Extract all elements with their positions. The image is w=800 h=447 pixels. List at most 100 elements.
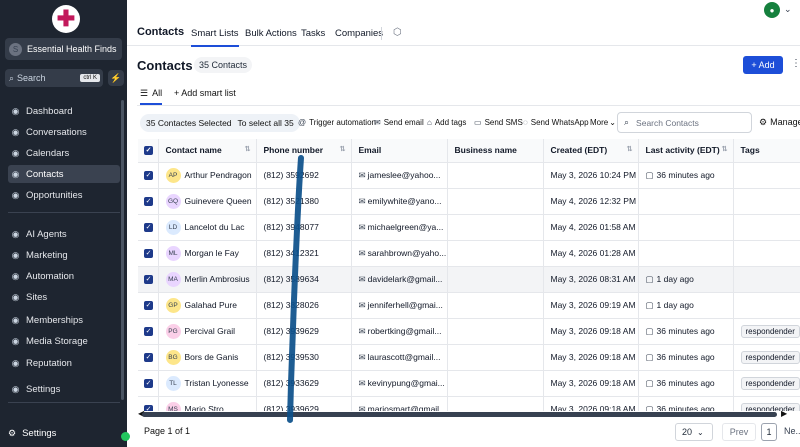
tab-tasks[interactable]: Tasks	[301, 28, 325, 39]
table-row[interactable]: ✓ TL Tristan Lyonesse (812) 3933629 ✉ kevinyp…	[138, 370, 800, 397]
contact-name-cell[interactable]: AP Arthur Pendragon	[158, 162, 257, 189]
sidebar-item-opportunities[interactable]: ◉ Opportunities	[8, 186, 120, 204]
phone-cell[interactable]: (812) 3939530	[256, 344, 352, 371]
user-avatar[interactable]: ●	[764, 2, 780, 18]
phone-cell[interactable]: (812) 3828026	[256, 292, 352, 319]
business-cell[interactable]	[447, 318, 544, 345]
table-row[interactable]: ✓ MS Mario Stro... (812) 3939629 ✉ mariosmart…	[138, 396, 800, 411]
row-checkbox[interactable]: ✓	[138, 266, 159, 293]
tab-bulk-actions[interactable]: Bulk Actions	[245, 28, 297, 39]
tab-companies[interactable]: Companies	[335, 28, 383, 39]
tag-badge[interactable]: respondender	[740, 402, 800, 411]
table-row[interactable]: ✓ AP Arthur Pendragon (812) 3592692 ✉ jamesle…	[138, 162, 800, 189]
column-header[interactable]: Business name	[447, 139, 544, 163]
sidebar-item-contacts[interactable]: ◉ Contacts	[8, 165, 120, 183]
per-page-select[interactable]: 20 ⌄	[675, 423, 713, 441]
sidebar-item-ai-agents[interactable]: ◉ AI Agents	[8, 225, 120, 243]
table-row[interactable]: ✓ MA Merlin Ambrosius (812) 3589634 ✉ davidel…	[138, 266, 800, 293]
sort-icon[interactable]: ⇅	[245, 145, 251, 153]
select-all-link[interactable]: To select all 35	[238, 118, 294, 128]
business-cell[interactable]	[447, 344, 544, 371]
column-header[interactable]: Last activity (EDT) ⇅	[638, 139, 734, 163]
tags-cell[interactable]	[733, 292, 800, 319]
email-cell[interactable]: ✉ laurascott@gmail...	[351, 344, 448, 371]
contact-name-cell[interactable]: LD Lancelot du Lac	[158, 214, 257, 241]
tags-cell[interactable]: respondender	[733, 396, 800, 411]
phone-cell[interactable]: (812) 3412321	[256, 240, 352, 267]
quick-action-icon[interactable]: ⚡	[108, 70, 124, 86]
select-all-checkbox[interactable]: ✓	[138, 139, 159, 163]
app-logo[interactable]: ✚	[52, 5, 80, 33]
tab-smart-lists[interactable]: Smart Lists	[191, 28, 239, 47]
add-smart-list-button[interactable]: + Add smart list	[174, 88, 236, 98]
sidebar-item-media-storage[interactable]: ◉ Media Storage	[8, 332, 120, 350]
row-checkbox[interactable]: ✓	[138, 188, 159, 215]
phone-cell[interactable]: (812) 3948077	[256, 214, 352, 241]
send-sms-button[interactable]: ▭ Send SMS	[474, 118, 523, 127]
more-options-icon[interactable]: ⋮	[791, 58, 800, 69]
manage-columns-button[interactable]: ⚙ Manage	[759, 117, 800, 128]
phone-cell[interactable]: (812) 3939629	[256, 318, 352, 345]
prev-page-button[interactable]: Prev	[722, 423, 756, 441]
row-checkbox[interactable]: ✓	[138, 240, 159, 267]
tag-badge[interactable]: respondender	[740, 350, 800, 364]
scroll-right-icon[interactable]: ▶	[781, 409, 787, 418]
phone-cell[interactable]: (812) 3592692	[256, 162, 352, 189]
business-cell[interactable]	[447, 370, 544, 397]
business-cell[interactable]	[447, 266, 544, 293]
tags-cell[interactable]	[733, 188, 800, 215]
email-cell[interactable]: ✉ mariosmart@gmail...	[351, 396, 448, 411]
sidebar-settings-bottom[interactable]: ⚙ Settings	[8, 428, 56, 439]
business-cell[interactable]	[447, 162, 544, 189]
tags-cell[interactable]: respondender	[733, 318, 800, 345]
tags-cell[interactable]: respondender	[733, 344, 800, 371]
tags-cell[interactable]	[733, 214, 800, 241]
contact-name-cell[interactable]: BG Bors de Ganis	[158, 344, 257, 371]
email-cell[interactable]: ✉ jenniferhell@gmai...	[351, 292, 448, 319]
sidebar-item-settings[interactable]: ◉ Settings	[8, 380, 120, 398]
add-contact-button[interactable]: + Add	[743, 56, 783, 74]
page-number-button[interactable]: 1	[761, 423, 777, 441]
email-cell[interactable]: ✉ kevinypung@gmai...	[351, 370, 448, 397]
sort-icon[interactable]: ⇅	[722, 145, 728, 153]
sort-icon[interactable]: ⇅	[340, 145, 346, 153]
phone-cell[interactable]: (812) 3933629	[256, 370, 352, 397]
email-cell[interactable]: ✉ michaelgreen@ya...	[351, 214, 448, 241]
row-checkbox[interactable]: ✓	[138, 214, 159, 241]
phone-cell[interactable]: (812) 3521380	[256, 188, 352, 215]
table-row[interactable]: ✓ PG Percival Grail (812) 3939629 ✉ robertkin…	[138, 318, 800, 345]
email-cell[interactable]: ✉ davidelark@gmail...	[351, 266, 448, 293]
search-contacts-input[interactable]: ⌕ Search Contacts	[617, 112, 752, 133]
business-cell[interactable]	[447, 188, 544, 215]
row-checkbox[interactable]: ✓	[138, 370, 159, 397]
top-title[interactable]: Contacts	[137, 26, 184, 38]
business-cell[interactable]	[447, 240, 544, 267]
phone-cell[interactable]: (812) 3939629	[256, 396, 352, 411]
email-cell[interactable]: ✉ sarahbrown@yaho...	[351, 240, 448, 267]
sidebar-item-dashboard[interactable]: ◉ Dashboard	[8, 102, 120, 120]
table-row[interactable]: ✓ GQ Guinevere Queen (812) 3521380 ✉ emilywhi…	[138, 188, 800, 215]
contact-name-cell[interactable]: PG Percival Grail	[158, 318, 257, 345]
sidebar-item-reputation[interactable]: ◉ Reputation	[8, 354, 120, 372]
row-checkbox[interactable]: ✓	[138, 318, 159, 345]
table-row[interactable]: ✓ BG Bors de Ganis (812) 3939530 ✉ laurascott…	[138, 344, 800, 371]
send-whatsapp-button[interactable]: ◌ Send WhatsApp	[523, 118, 589, 127]
email-cell[interactable]: ✉ jameslee@yahoo...	[351, 162, 448, 189]
email-cell[interactable]: ✉ robertking@gmail...	[351, 318, 448, 345]
account-switcher[interactable]: S Essential Health Finds	[5, 38, 122, 60]
tags-cell[interactable]	[733, 266, 800, 293]
business-cell[interactable]	[447, 396, 544, 411]
table-row[interactable]: ✓ LD Lancelot du Lac (812) 3948077 ✉ michaelg…	[138, 214, 800, 241]
sidebar-scrollbar[interactable]	[121, 100, 124, 400]
tags-cell[interactable]	[733, 240, 800, 267]
email-cell[interactable]: ✉ emilywhite@yano...	[351, 188, 448, 215]
column-header[interactable]: Created (EDT) ⇅	[543, 139, 639, 163]
sidebar-item-memberships[interactable]: ◉ Memberships	[8, 311, 120, 329]
column-header[interactable]: Phone number ⇅	[256, 139, 352, 163]
contact-name-cell[interactable]: GP Galahad Pure	[158, 292, 257, 319]
sidebar-item-automation[interactable]: ◉ Automation	[8, 267, 120, 285]
chevron-down-icon[interactable]: ⌄	[784, 4, 792, 15]
contact-name-cell[interactable]: GQ Guinevere Queen	[158, 188, 257, 215]
phone-cell[interactable]: (812) 3589634	[256, 266, 352, 293]
column-header[interactable]: Email	[351, 139, 448, 163]
